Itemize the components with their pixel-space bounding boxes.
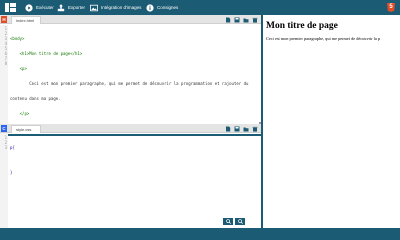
css-tabbar: C style.css (0, 124, 261, 133)
tab-style-css[interactable]: style.css (11, 125, 41, 133)
instructions-button[interactable]: Consignes (146, 0, 178, 15)
new-file-button[interactable] (224, 125, 231, 132)
images-label: Intégration d'images (101, 5, 142, 10)
new-file-icon (225, 17, 230, 22)
new-file-icon (225, 126, 230, 131)
zoom-out-icon (237, 219, 243, 224)
open-folder-icon (243, 127, 248, 131)
css-tab-actions (224, 125, 258, 132)
code-line: <p> (10, 66, 27, 71)
export-label: Exporter (68, 5, 86, 10)
grid-logo-icon[interactable] (5, 3, 16, 12)
tab-index-html[interactable]: index.html (11, 16, 41, 24)
preview-paragraph: Ceci est mon premier paragraphe, qui me … (266, 36, 381, 41)
line-number: 3 (4, 145, 7, 150)
preview-heading: Mon titre de page (266, 21, 338, 31)
play-icon (25, 3, 33, 12)
html-tabbar: H index.html (0, 15, 261, 24)
html-lang-icon: H (1, 16, 7, 23)
export-button[interactable]: Exporter (57, 0, 85, 15)
open-folder-button[interactable] (242, 125, 249, 132)
css-gutter: 1 2 3 (0, 134, 8, 228)
execute-label: Exécuter (36, 5, 54, 10)
delete-button[interactable] (251, 16, 258, 23)
code-line: } (10, 170, 13, 175)
code-line: Ceci est mon premier paragraphe, qui me … (10, 81, 249, 86)
save-icon (234, 126, 239, 131)
open-folder-button[interactable] (242, 16, 249, 23)
top-toolbar: Exécuter Exporter Intégration d'images C… (0, 0, 400, 15)
export-icon (57, 3, 65, 11)
open-folder-icon (243, 18, 248, 22)
css-lang-icon: C (1, 125, 7, 132)
line-number: 8 (4, 61, 7, 66)
zoom-in-icon (225, 219, 231, 224)
delete-button[interactable] (251, 125, 258, 132)
image-icon (90, 4, 98, 11)
code-line: p{ (10, 145, 15, 150)
html-editor[interactable]: 1 2 3 4 5 6 7 8 <body> <h1>Mon titre de … (0, 25, 261, 134)
save-icon (234, 17, 239, 22)
zoom-controls (223, 218, 245, 225)
editor-column: H index.html 1 2 3 4 5 6 7 8 <body> <h1>… (0, 15, 261, 228)
code-line: </p> (10, 111, 30, 116)
code-line: contenu dans ma page. (10, 96, 61, 101)
css-editor[interactable]: 1 2 3 p{ } (0, 134, 261, 228)
zoom-out-button[interactable] (235, 218, 245, 225)
html-gutter: 1 2 3 4 5 6 7 8 (0, 25, 8, 134)
instructions-label: Consignes (157, 5, 179, 10)
status-bar (0, 228, 400, 235)
code-line: <h1>Mon titre de page</h1> (10, 51, 83, 56)
code-line: <body> (10, 36, 25, 41)
html-tab-actions (224, 16, 258, 23)
zoom-in-button[interactable] (223, 218, 233, 225)
new-file-button[interactable] (224, 16, 231, 23)
images-button[interactable]: Intégration d'images (90, 0, 141, 15)
preview-panel: Mon titre de page Ceci est mon premier p… (263, 15, 400, 228)
trash-icon (252, 126, 257, 132)
trash-icon (252, 17, 257, 23)
css-code: p{ } (10, 135, 250, 185)
save-button[interactable] (233, 125, 240, 132)
save-button[interactable] (233, 16, 240, 23)
info-icon (146, 3, 154, 12)
execute-button[interactable]: Exécuter (25, 0, 54, 15)
html5-logo-icon: 5 (387, 3, 395, 12)
